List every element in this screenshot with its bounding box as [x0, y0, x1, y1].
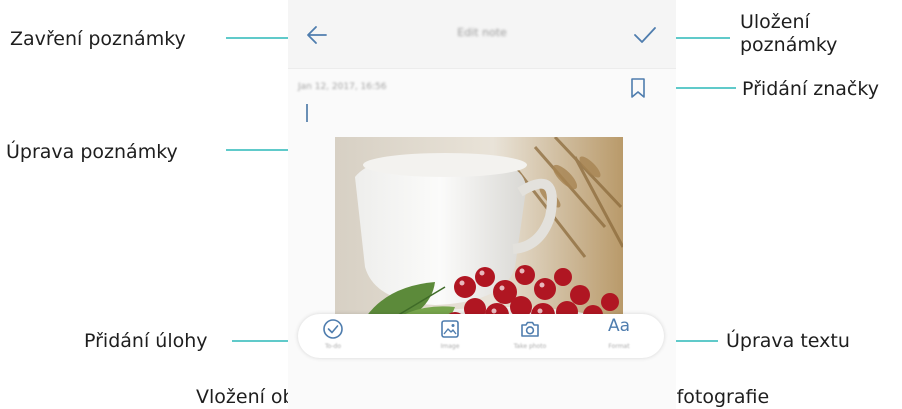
checklist-icon [323, 319, 343, 339]
top-bar: Edit note [288, 0, 676, 69]
text-format-icon: Aa [607, 316, 631, 336]
insert-image-button[interactable]: Image [415, 314, 485, 358]
take-photo-label: Take photo [513, 343, 547, 350]
take-photo-button[interactable]: Take photo [495, 314, 565, 358]
text-cursor [306, 104, 308, 122]
todo-button[interactable]: To-do [298, 314, 368, 358]
format-label: Format [608, 343, 630, 350]
image-label: Image [440, 343, 460, 350]
callout-edit-note: Úprava poznámky [6, 141, 178, 163]
callout-save-note-line1: Uložení [740, 11, 810, 33]
camera-icon [521, 321, 539, 337]
editor-toolbar: To-do Image Take photo Aa Format [298, 314, 664, 358]
inserted-photo [335, 137, 623, 337]
callout-add-task: Přidání úlohy [84, 330, 208, 352]
note-timestamp: Jan 12, 2017, 16:56 [298, 82, 387, 92]
format-text-button[interactable]: Aa Format [584, 314, 654, 358]
back-arrow-icon[interactable] [304, 22, 330, 48]
image-icon [441, 320, 459, 338]
callout-close-note: Zavření poznámky [10, 28, 186, 50]
note-editor-screen: Edit note Jan 12, 2017, 16:56 To-do Imag… [288, 0, 676, 409]
callout-save-note-line2: poznámky [740, 34, 838, 56]
check-icon[interactable] [632, 24, 658, 46]
bookmark-icon[interactable] [630, 78, 646, 98]
page-title: Edit note [457, 26, 507, 39]
callout-edit-text: Úprava textu [726, 330, 850, 352]
callout-add-tag: Přidání značky [742, 78, 879, 100]
todo-label: To-do [324, 343, 342, 350]
